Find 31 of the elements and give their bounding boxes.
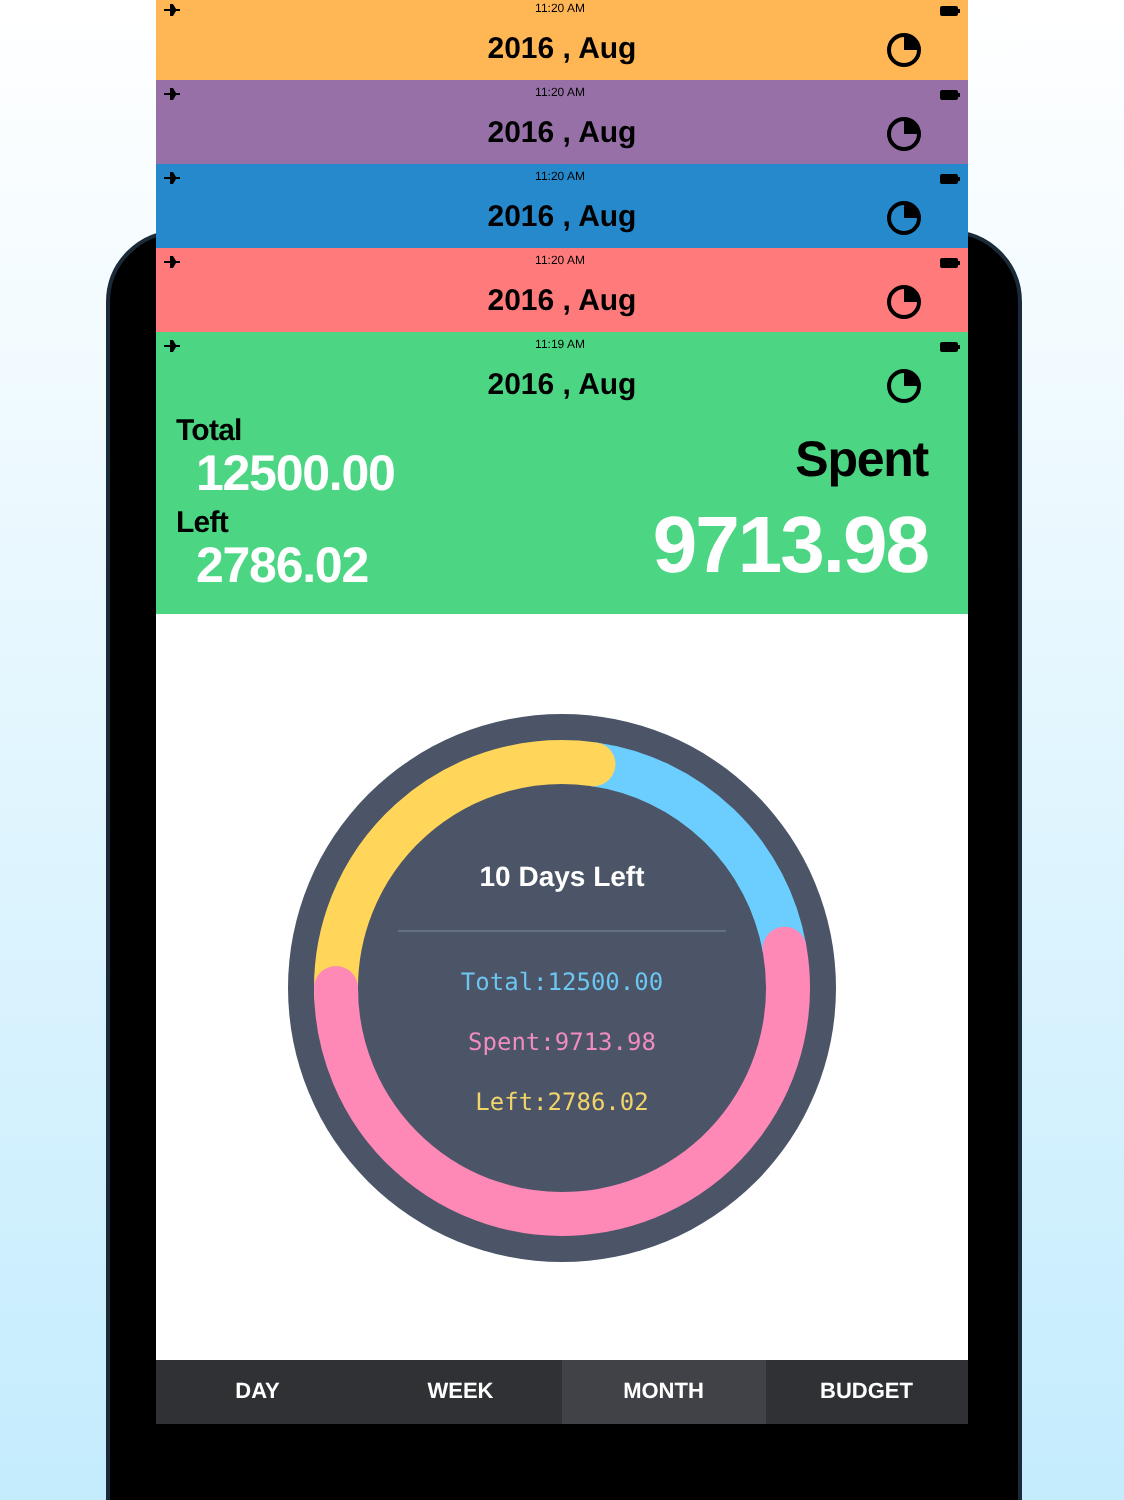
spent-label: Spent bbox=[795, 432, 928, 488]
total-reading: Total:12500.00 bbox=[460, 965, 664, 999]
airplane-icon bbox=[164, 340, 180, 352]
airplane-icon bbox=[164, 88, 180, 100]
pie-chart-icon[interactable] bbox=[886, 368, 922, 404]
airplane-icon bbox=[164, 4, 180, 16]
tab[interactable]: MONTH bbox=[562, 1360, 765, 1424]
airplane-icon bbox=[164, 172, 180, 184]
left-label: Left bbox=[176, 508, 231, 540]
battery-icon bbox=[940, 5, 960, 15]
battery-icon bbox=[940, 341, 960, 351]
pie-chart-icon[interactable] bbox=[886, 32, 922, 68]
left-reading: Left:2786.02 bbox=[475, 1085, 649, 1119]
spent-value: 9713.98 bbox=[652, 500, 928, 592]
month-title: 2016 , Aug bbox=[487, 113, 637, 154]
month-title: 2016 , Aug bbox=[487, 365, 637, 406]
month-title: 2016 , Aug bbox=[487, 281, 637, 322]
month-title: 2016 , Aug bbox=[487, 29, 637, 70]
battery-icon bbox=[940, 173, 960, 183]
pie-chart-icon[interactable] bbox=[886, 116, 922, 152]
airplane-icon bbox=[164, 256, 180, 268]
battery-icon bbox=[940, 257, 960, 267]
month-title: 2016 , Aug bbox=[487, 197, 637, 238]
battery-icon bbox=[940, 89, 960, 99]
days-left-title: 10 Days Left bbox=[479, 857, 645, 896]
spent-reading: Spent:9713.98 bbox=[468, 1025, 656, 1059]
total-value: 12500.00 bbox=[194, 448, 395, 500]
pie-chart-icon[interactable] bbox=[886, 200, 922, 236]
pie-chart-icon[interactable] bbox=[886, 284, 922, 320]
left-value: 2786.02 bbox=[194, 540, 370, 592]
total-label: Total bbox=[176, 416, 244, 448]
